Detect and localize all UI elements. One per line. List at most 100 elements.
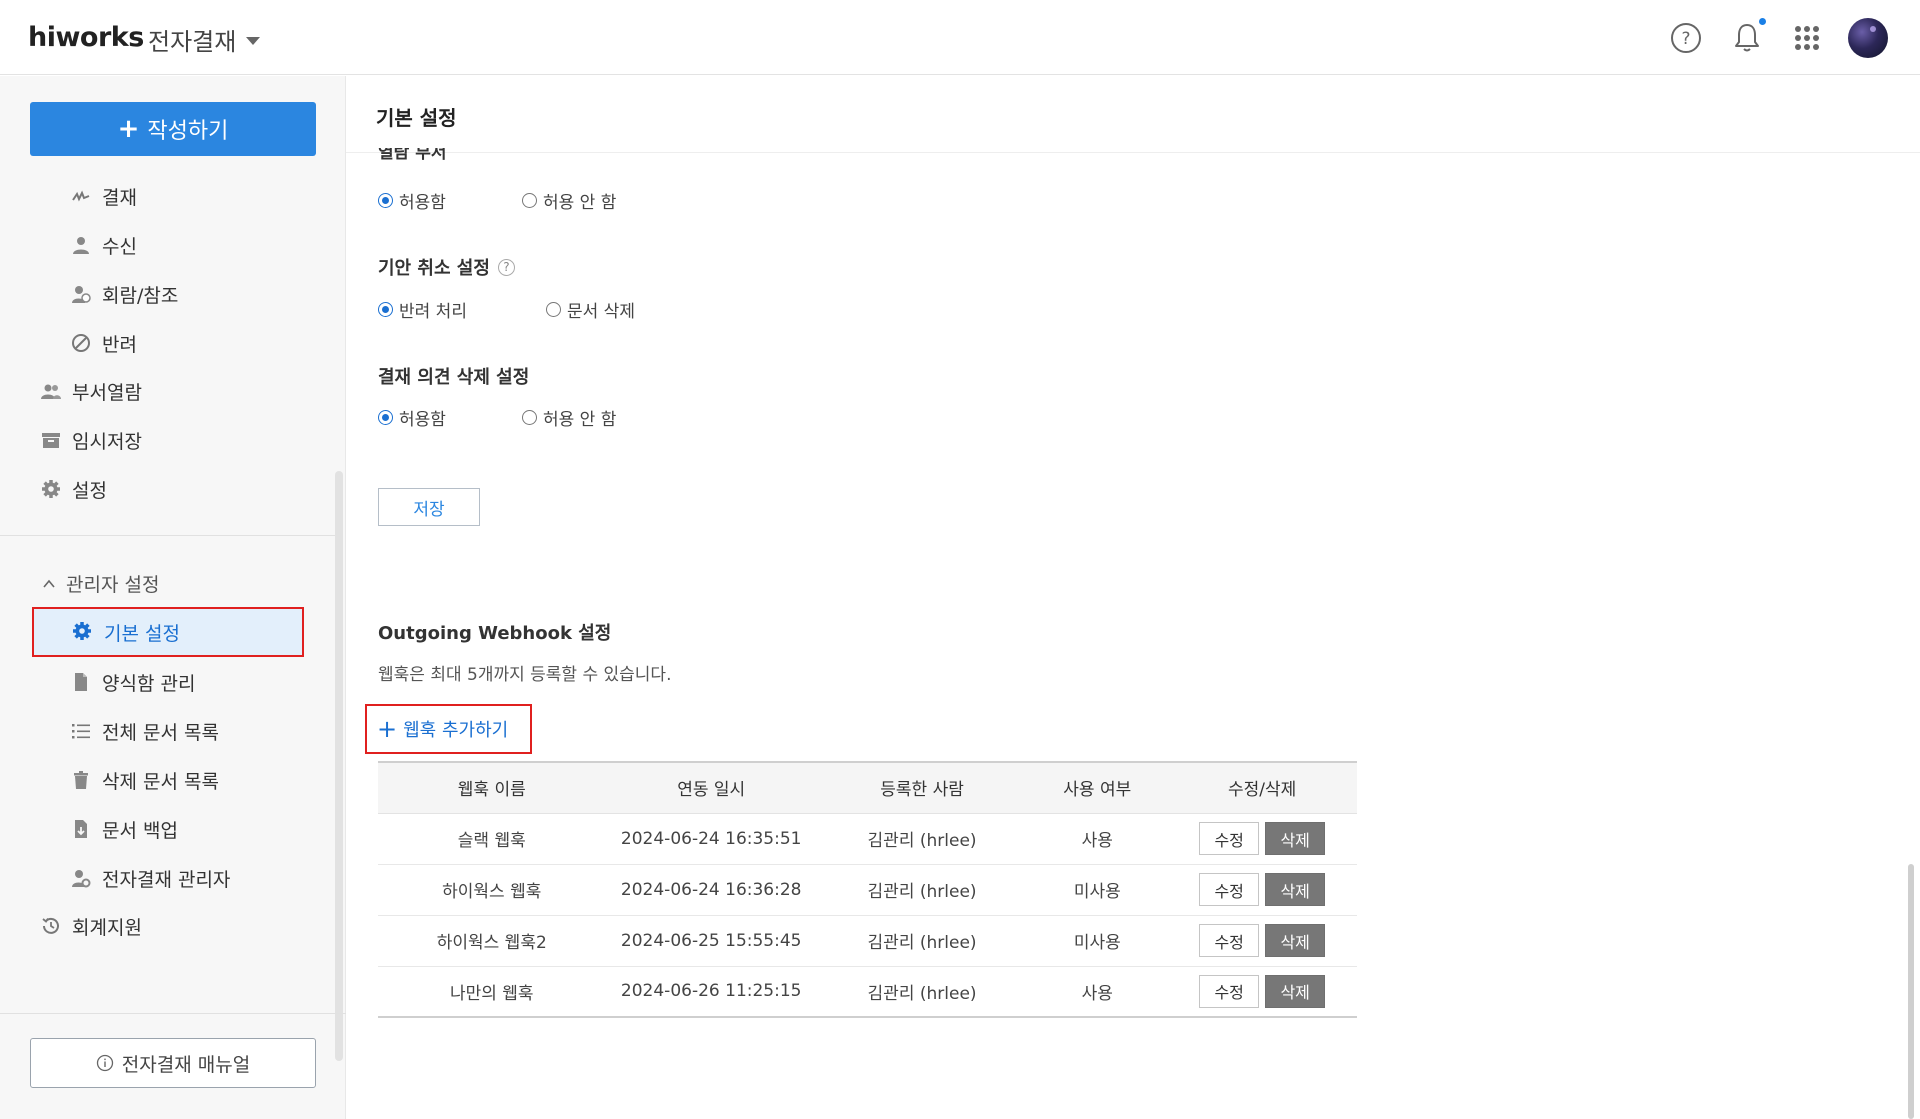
webhook-date: 2024-06-24 16:36:28 [605,864,817,916]
radio-label: 문서 삭제 [567,302,635,322]
app-switcher[interactable]: 전자결재 [148,22,261,57]
radio-label: 허용 안 함 [543,410,617,430]
history-icon [40,915,62,937]
add-webhook-label: 웹훅 추가하기 [403,720,509,741]
sidebar-item-label: 수신 [102,235,137,258]
sidebar-item-label: 양식함 관리 [102,672,196,695]
column-header: 수정/삭제 [1167,761,1357,814]
radio-delete-doc[interactable]: 문서 삭제 [546,297,635,322]
delete-button[interactable]: 삭제 [1265,822,1326,855]
radio-allow-opinion[interactable]: 허용함 [378,405,446,430]
webhook-actions: 수정 삭제 [1167,915,1357,967]
edit-button[interactable]: 수정 [1199,873,1260,906]
admin-section-toggle[interactable]: 관리자 설정 [42,570,159,597]
main-content: 기본 설정 열람 부서 허용함 허용 안 함 기안 취소 설정 ? 반려 처리 … [346,76,1920,1119]
webhook-description: 웹훅은 최대 5개까지 등록할 수 있습니다. [378,665,672,685]
bell-icon[interactable] [1729,20,1765,56]
radio-deny-dept[interactable]: 허용 안 함 [522,188,616,213]
gear-icon [40,478,62,500]
section-label-text: 열람 부서 [378,148,447,163]
edit-button[interactable]: 수정 [1199,924,1260,957]
save-button[interactable]: 저장 [378,488,480,526]
main-scrollbar[interactable] [1908,864,1914,1119]
webhook-date: 2024-06-25 15:55:45 [605,915,817,967]
divider [0,1013,346,1014]
sidebar-item-receive[interactable]: 수신 [70,230,137,260]
section-label-cancel: 기안 취소 설정 ? [378,254,515,280]
radio-dot [522,193,537,208]
sidebar-item-backup[interactable]: 문서 백업 [70,814,178,844]
sidebar-item-drafts[interactable]: 임시저장 [40,425,142,455]
delete-button[interactable]: 삭제 [1265,974,1326,1008]
sidebar-item-all-docs[interactable]: 전체 문서 목록 [70,716,219,746]
sidebar-item-label: 삭제 문서 목록 [102,770,219,793]
sidebar-item-label: 부서열람 [72,381,142,404]
webhook-user: 김관리 (hrlee) [816,864,1028,916]
radio-dot [546,302,561,317]
top-bar: hiworks 전자결재 ? [0,0,1920,75]
webhook-table: 웹훅 이름 연동 일시 등록한 사람 사용 여부 수정/삭제 슬랙 웹훅 202… [378,761,1357,1018]
help-icon[interactable]: ? [1668,20,1704,56]
sidebar-item-label: 전자결재 관리자 [102,868,231,891]
webhook-actions: 수정 삭제 [1167,966,1357,1018]
webhook-status: 미사용 [1027,864,1168,916]
write-button[interactable]: + 작성하기 [30,102,316,156]
radio-reject[interactable]: 반려 처리 [378,297,467,322]
radio-deny-opinion[interactable]: 허용 안 함 [522,405,616,430]
radio-dot [378,410,393,425]
sidebar-item-form-manage[interactable]: 양식함 관리 [70,667,195,697]
sidebar: + 작성하기 결재 수신 회람/참조 반려 부서열람 임시저장 설정 관리자 설정… [0,76,346,1119]
sidebar-item-circulation[interactable]: 회람/참조 [70,279,178,309]
sidebar-item-accounting[interactable]: 회계지원 [40,911,142,941]
manual-button[interactable]: 전자결재 매뉴얼 [30,1038,316,1088]
sidebar-item-dept-view[interactable]: 부서열람 [40,376,142,406]
webhook-name: 하이웍스 웹훅2 [378,915,606,967]
manual-button-label: 전자결재 매뉴얼 [121,1053,251,1076]
column-header: 사용 여부 [1027,761,1168,814]
apps-grid-icon[interactable] [1789,20,1825,56]
divider [346,152,1920,153]
webhook-date: 2024-06-26 11:25:15 [605,966,817,1018]
sidebar-scrollbar[interactable] [335,471,343,1061]
user-avatar[interactable] [1848,18,1888,58]
person-icon [70,234,92,256]
sidebar-item-label: 기본 설정 [104,622,180,645]
sidebar-item-admin-manager[interactable]: 전자결재 관리자 [70,863,230,893]
sidebar-item-approval[interactable]: 결재 [70,181,137,211]
webhook-user: 김관리 (hrlee) [816,915,1028,967]
archive-icon [40,429,62,451]
radio-dot [378,193,393,208]
edit-button[interactable]: 수정 [1199,822,1260,855]
plus-icon: + [117,114,140,144]
sidebar-item-label: 문서 백업 [102,819,178,842]
sidebar-item-label: 회계지원 [72,916,142,939]
sidebar-item-label: 결재 [102,186,137,209]
webhook-status: 사용 [1027,966,1168,1018]
table-row: 슬랙 웹훅 2024-06-24 16:35:51 김관리 (hrlee) 사용… [378,813,1357,865]
notification-dot [1759,18,1766,25]
write-button-label: 작성하기 [147,119,229,144]
section-label-text: 기안 취소 설정 [378,258,490,279]
column-header: 연동 일시 [605,761,817,814]
sidebar-item-reject[interactable]: 반려 [70,328,137,358]
webhook-name: 나만의 웹훅 [378,966,606,1018]
list-icon [70,720,92,742]
radio-label: 허용함 [399,193,446,213]
sidebar-item-deleted-docs[interactable]: 삭제 문서 목록 [70,765,219,795]
webhook-actions: 수정 삭제 [1167,813,1357,865]
delete-button[interactable]: 삭제 [1265,873,1326,906]
sidebar-item-settings[interactable]: 설정 [40,474,107,504]
page-title: 기본 설정 [376,106,457,130]
person-share-icon [70,283,92,305]
logo[interactable]: hiworks [28,22,144,53]
webhook-date: 2024-06-24 16:35:51 [605,813,817,865]
radio-allow-dept[interactable]: 허용함 [378,188,446,213]
webhook-actions: 수정 삭제 [1167,864,1357,916]
add-webhook-button[interactable]: + 웹훅 추가하기 [365,704,532,754]
sidebar-item-basic-settings[interactable]: 기본 설정 [32,607,304,657]
help-icon[interactable]: ? [497,258,515,276]
delete-button[interactable]: 삭제 [1265,924,1326,957]
edit-button[interactable]: 수정 [1199,974,1260,1008]
radio-label: 허용함 [399,410,446,430]
sidebar-item-label: 전체 문서 목록 [102,721,219,744]
